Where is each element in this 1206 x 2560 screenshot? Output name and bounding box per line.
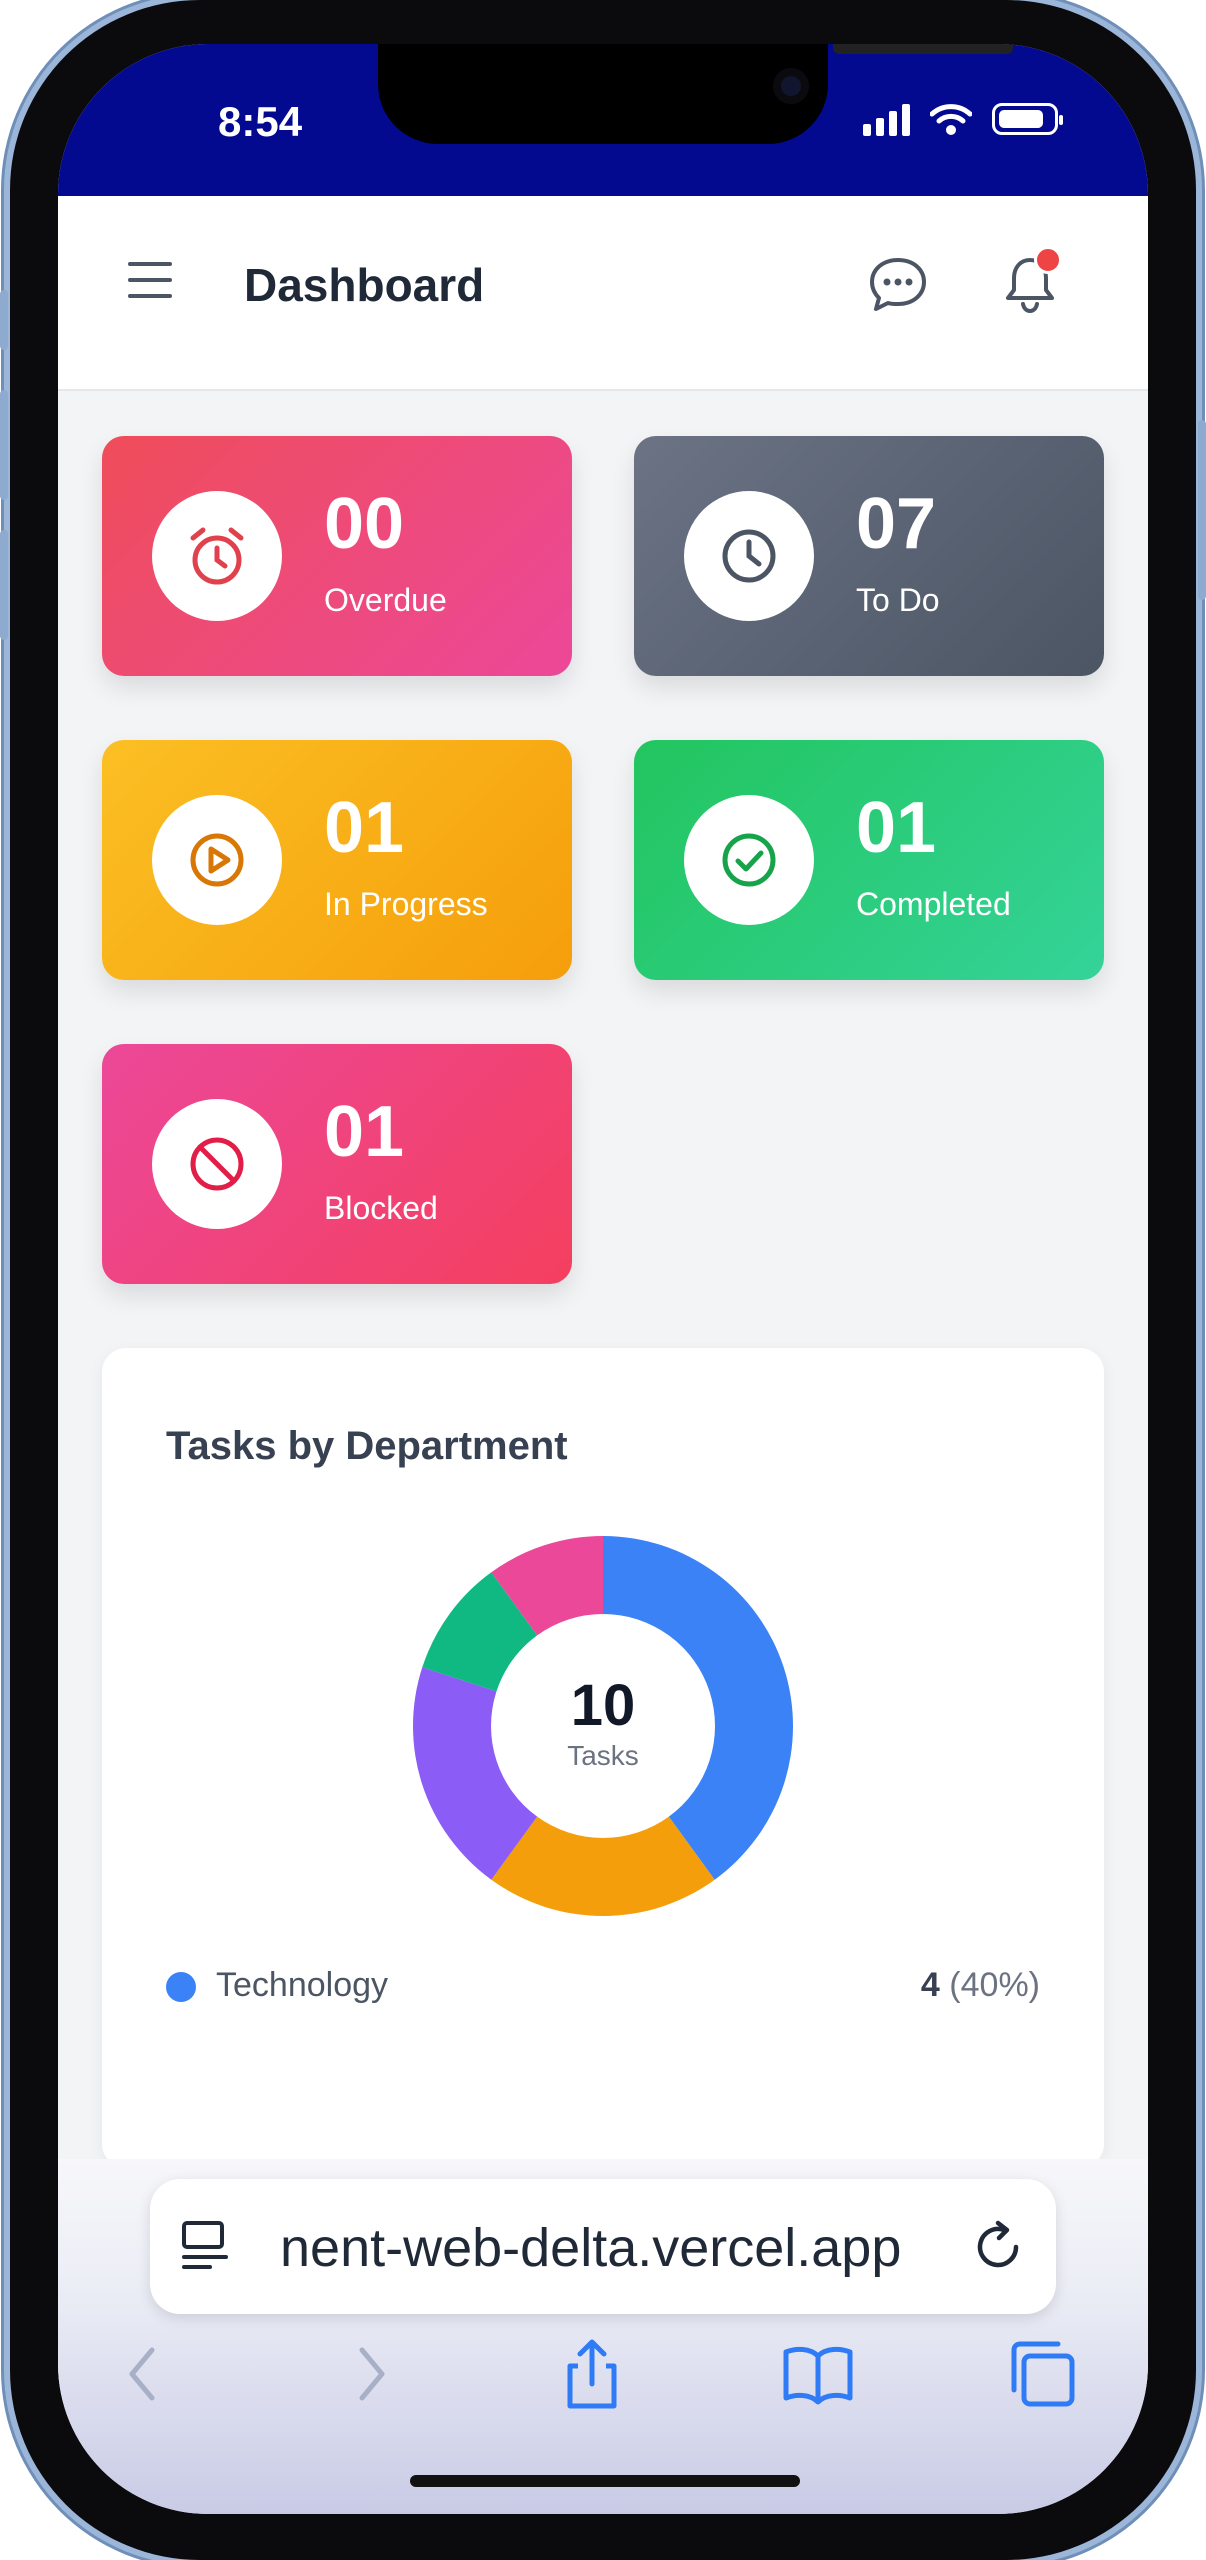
bookmarks-button[interactable]: [778, 2334, 858, 2414]
overdue-icon-circle: [152, 491, 282, 621]
phone-volume-up-button: [0, 390, 8, 500]
notch: [378, 44, 1013, 144]
department-donut-chart: [413, 1536, 794, 1916]
completed-count: 01: [856, 788, 937, 868]
hamburger-menu-icon[interactable]: [128, 262, 172, 298]
notifications-button[interactable]: [998, 246, 1062, 316]
cellular-signal-icon: [863, 102, 910, 136]
chat-button[interactable]: [866, 252, 930, 316]
app-header: Dashboard: [58, 196, 1148, 391]
chevron-left-icon: [129, 2347, 155, 2401]
chevron-right-icon: [359, 2347, 385, 2401]
status-bar: 8:54: [58, 44, 1148, 196]
wifi-icon: [930, 104, 972, 135]
battery-icon: [992, 103, 1063, 135]
in-progress-label: In Progress: [324, 886, 488, 922]
status-time: 8:54: [218, 98, 303, 145]
phone-side-button: [0, 290, 8, 350]
todo-card[interactable]: 07 To Do: [634, 436, 1104, 676]
home-indicator: [410, 2475, 800, 2487]
check-circle-icon: [722, 833, 776, 887]
in-progress-count: 01: [324, 788, 405, 868]
legend-value: 4 (40%): [921, 1966, 1040, 2005]
overdue-label: Overdue: [324, 582, 447, 618]
blocked-card[interactable]: 01 Blocked: [102, 1044, 572, 1284]
play-circle-icon: [190, 833, 244, 887]
completed-icon-circle: [684, 795, 814, 925]
todo-count: 07: [856, 484, 937, 564]
in-progress-icon-circle: [152, 795, 282, 925]
screen: 8:54 Dashboard 00 Overdue 07 To Do 01 In…: [58, 44, 1148, 2514]
donut-total: 10: [570, 1673, 636, 1738]
alarm-clock-icon: [190, 527, 244, 585]
completed-label: Completed: [856, 886, 1011, 922]
blocked-count: 01: [324, 1092, 405, 1172]
todo-icon-circle: [684, 491, 814, 621]
ban-icon: [190, 1137, 244, 1191]
legend-label: Technology: [216, 1966, 389, 2004]
clock-icon: [722, 529, 776, 583]
speaker: [833, 44, 1013, 54]
forward-button[interactable]: [330, 2334, 410, 2414]
back-button[interactable]: [104, 2334, 184, 2414]
in-progress-card[interactable]: 01 In Progress: [102, 740, 572, 980]
reader-mode-icon[interactable]: [180, 2219, 230, 2275]
browser-toolbar: nent-web-delta.vercel.app: [58, 2159, 1148, 2514]
tabs-icon: [1011, 2341, 1075, 2407]
share-icon: [567, 2339, 617, 2409]
notification-dot: [1034, 246, 1062, 274]
tasks-by-department-panel: Tasks by Department 10 Tasks Technology …: [102, 1348, 1104, 2168]
share-button[interactable]: [552, 2334, 632, 2414]
overdue-card[interactable]: 00 Overdue: [102, 436, 572, 676]
url-text[interactable]: nent-web-delta.vercel.app: [280, 2217, 901, 2279]
chat-icon: [870, 258, 926, 311]
status-icons: [863, 102, 1063, 136]
phone-power-button: [1198, 420, 1206, 600]
book-icon: [783, 2346, 853, 2405]
overdue-count: 00: [324, 484, 405, 564]
legend-percent: (40%): [949, 1966, 1040, 2004]
front-camera: [773, 68, 809, 104]
legend-count: 4: [920, 1966, 940, 2004]
phone-volume-down-button: [0, 530, 8, 640]
page-title: Dashboard: [244, 259, 485, 311]
tabs-button[interactable]: [1002, 2334, 1082, 2414]
legend-item-technology: Technology 4 (40%): [166, 1962, 1040, 2012]
address-bar[interactable]: nent-web-delta.vercel.app: [150, 2179, 1056, 2314]
completed-card[interactable]: 01 Completed: [634, 740, 1104, 980]
donut-total-label: Tasks: [567, 1740, 639, 1771]
todo-label: To Do: [856, 582, 940, 618]
reload-icon[interactable]: [970, 2219, 1026, 2275]
blocked-label: Blocked: [324, 1190, 438, 1226]
blocked-icon-circle: [152, 1099, 282, 1229]
legend-dot: [166, 1972, 196, 2002]
